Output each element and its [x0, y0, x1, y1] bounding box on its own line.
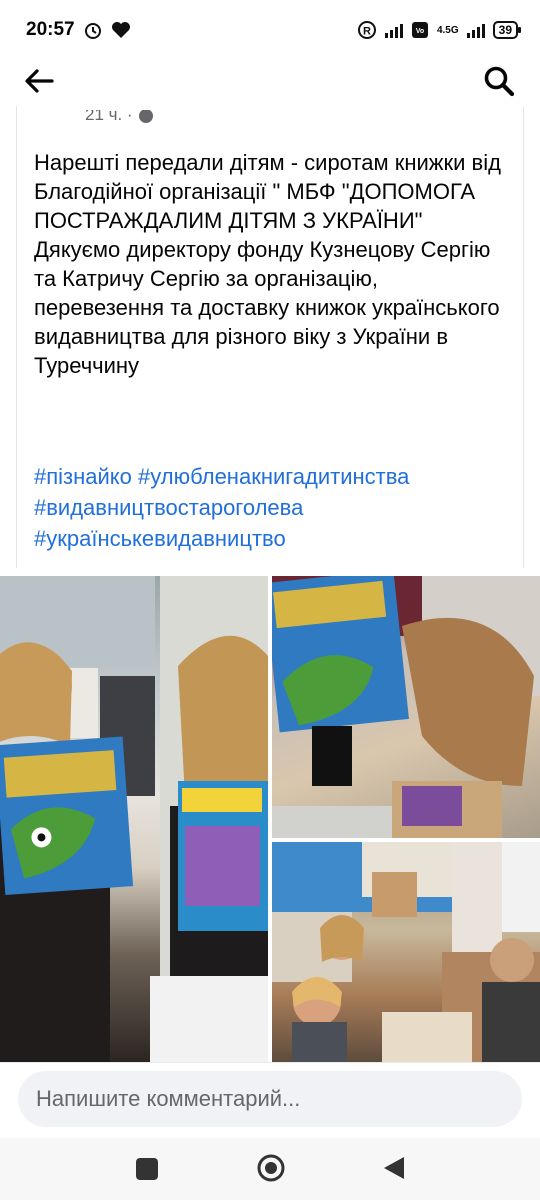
system-nav-bar: [0, 1138, 540, 1200]
hashtag-link[interactable]: #українськевидавництво: [34, 526, 286, 551]
signal-icon: [466, 22, 485, 38]
recent-apps-icon[interactable]: [136, 1158, 158, 1180]
battery-level: 39: [498, 23, 512, 37]
arrow-left-icon[interactable]: [22, 64, 56, 98]
app-bar: [0, 60, 540, 106]
home-icon[interactable]: [256, 1153, 286, 1183]
post-photo[interactable]: [272, 576, 540, 838]
search-icon[interactable]: [482, 64, 516, 98]
heart-icon: [111, 22, 130, 38]
hashtag-link[interactable]: #пізнайко: [34, 464, 132, 489]
volte-icon: Vo: [411, 22, 428, 38]
back-triangle-icon[interactable]: [382, 1155, 406, 1181]
alarm-icon: [84, 23, 101, 39]
globe-icon: [138, 110, 153, 123]
post-photo[interactable]: [0, 576, 268, 1062]
hashtags: #пізнайко #улюбленакнигадитинства #видав…: [34, 461, 514, 554]
network-type: 4.5G: [436, 24, 459, 36]
post-time: 21 ч. ·: [85, 110, 133, 124]
clock: 20:57: [26, 19, 75, 40]
hashtag-link[interactable]: #видавництвостароголева: [34, 495, 303, 520]
battery-icon: 39: [492, 21, 522, 39]
comment-composer: [0, 1062, 540, 1138]
registered-icon: R: [357, 21, 376, 39]
svg-text:R: R: [363, 26, 371, 38]
photo-volunteers-sorting: [272, 842, 540, 1062]
comment-input[interactable]: [18, 1071, 522, 1127]
post-meta: 21 ч. ·: [85, 110, 153, 134]
post-card: 21 ч. · Нарешті передали дітям - сиротам…: [16, 106, 524, 568]
signal-icon: [384, 22, 403, 38]
post-text: Нарешті передали дітям - сиротам книжки …: [34, 150, 501, 378]
status-bar: 20:57 R Vo 4.5G 39: [0, 0, 540, 60]
post-photo[interactable]: [272, 842, 540, 1062]
photo-grid: [0, 576, 540, 1062]
svg-text:Vo: Vo: [416, 28, 424, 35]
photo-children-with-books: [0, 576, 268, 1062]
photo-girl-opening-box: [272, 576, 540, 838]
hashtag-link[interactable]: #улюбленакнигадитинства: [138, 464, 409, 489]
